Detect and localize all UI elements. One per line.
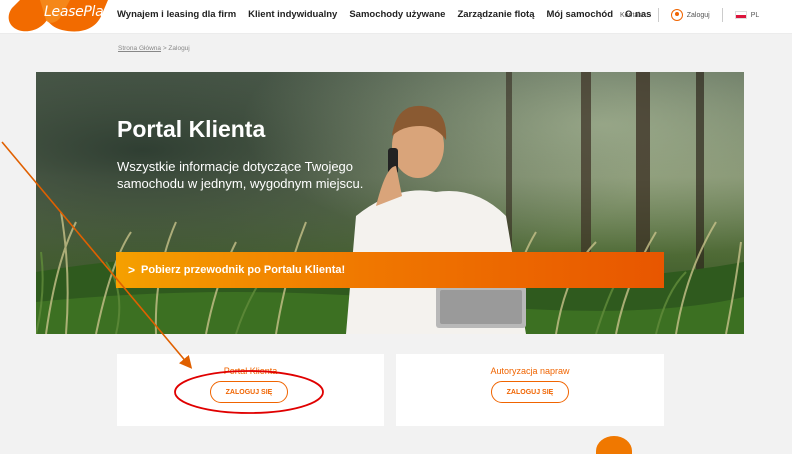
nav-item-my-car[interactable]: Mój samochód: [547, 9, 614, 20]
breadcrumb-home[interactable]: Strona Główna: [118, 45, 161, 52]
language-label[interactable]: PL: [751, 12, 760, 19]
repair-authorization-card: Autoryzacja napraw ZALOGUJ SIĘ: [396, 354, 664, 426]
page: LeasePlan Wynajem i leasing dla firm Kli…: [0, 0, 792, 454]
logo-text: LeasePlan: [44, 4, 110, 20]
nav-item-individual[interactable]: Klient indywidualny: [248, 9, 337, 20]
login-link[interactable]: Zaloguj: [687, 12, 710, 19]
nav-item-business[interactable]: Wynajem i leasing dla firm: [117, 9, 236, 20]
portal-login-button[interactable]: ZALOGUJ SIĘ: [210, 381, 288, 403]
hero-banner: Portal Klienta Wszystkie informacje doty…: [36, 72, 744, 334]
leaseplan-logo[interactable]: LeasePlan: [0, 0, 110, 34]
pl-flag-icon[interactable]: [734, 11, 747, 19]
breadcrumb-separator: >: [162, 45, 167, 52]
main-nav: Wynajem i leasing dla firm Klient indywi…: [117, 9, 663, 20]
nav-item-fleet[interactable]: Zarządzanie flotą: [457, 9, 534, 20]
card-title: Autoryzacja napraw: [490, 366, 570, 376]
breadcrumb: Strona Główna > Zaloguj: [118, 45, 190, 52]
site-header: LeasePlan Wynajem i leasing dla firm Kli…: [0, 0, 792, 34]
chevron-right-icon: >: [128, 263, 136, 277]
download-guide-banner[interactable]: > Pobierz przewodnik po Portalu Klienta!: [116, 252, 664, 288]
divider: [657, 8, 659, 22]
divider: [721, 8, 723, 22]
contact-link[interactable]: Kontakt: [620, 12, 644, 19]
breadcrumb-current: Zaloguj: [168, 45, 190, 52]
header-utilities: Kontakt Zaloguj PL: [620, 8, 759, 22]
hero-title: Portal Klienta: [117, 116, 266, 142]
user-icon[interactable]: [670, 9, 683, 21]
card-title: Portal Klienta: [223, 366, 278, 376]
portal-login-card: Portal Klienta ZALOGUJ SIĘ: [117, 354, 384, 426]
repair-login-button[interactable]: ZALOGUJ SIĘ: [491, 381, 569, 403]
decorative-blob: [596, 436, 632, 454]
hero-subtitle: Wszystkie informacje dotyczące Twojego s…: [117, 159, 364, 191]
person-with-phone-image: [346, 105, 526, 334]
nav-item-used-cars[interactable]: Samochody używane: [349, 9, 445, 20]
download-guide-label: Pobierz przewodnik po Portalu Klienta!: [141, 264, 346, 276]
